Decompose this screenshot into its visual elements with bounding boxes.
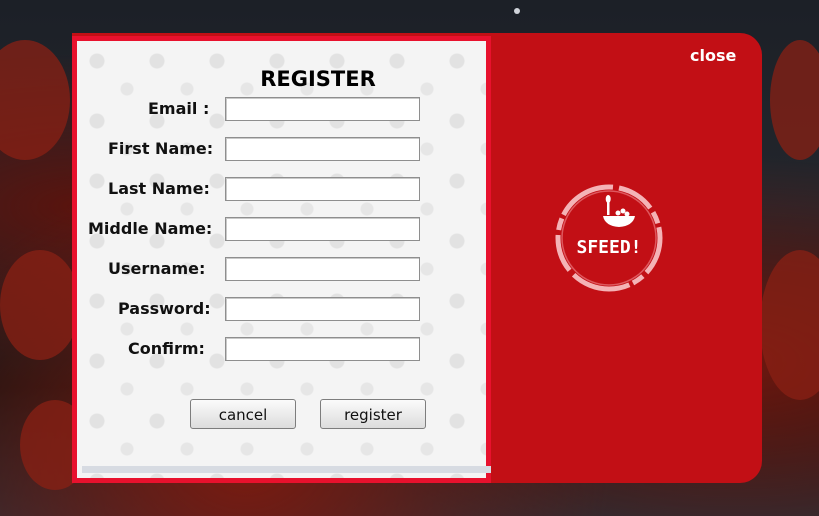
form-title: REGISTER	[260, 67, 376, 91]
middle-name-label: Middle Name:	[88, 219, 213, 238]
background-foliage	[0, 40, 70, 160]
background-foliage	[760, 250, 819, 400]
password-label: Password:	[118, 299, 211, 318]
password-input[interactable]	[225, 297, 420, 321]
cancel-button[interactable]: cancel	[190, 399, 296, 429]
middle-name-input[interactable]	[225, 217, 420, 241]
last-name-label: Last Name:	[108, 179, 210, 198]
bowl-spoon-icon	[603, 195, 635, 227]
email-input[interactable]	[225, 97, 420, 121]
confirm-label: Confirm:	[128, 339, 205, 358]
username-label: Username:	[108, 259, 206, 278]
first-name-input[interactable]	[225, 137, 420, 161]
register-form-panel: REGISTER Email : First Name: Last Name: …	[72, 36, 491, 483]
sfeed-logo: SFEED!	[555, 184, 663, 292]
moon-dot	[514, 8, 520, 14]
form-bottom-strip	[82, 466, 491, 473]
confirm-password-input[interactable]	[225, 337, 420, 361]
first-name-label: First Name:	[108, 139, 214, 158]
email-label: Email :	[148, 99, 210, 118]
username-input[interactable]	[225, 257, 420, 281]
register-dialog: close SFEED! REGISTER Email : First Name…	[72, 33, 762, 483]
svg-text:SFEED!: SFEED!	[576, 237, 641, 258]
background-foliage	[0, 250, 80, 360]
register-button[interactable]: register	[320, 399, 426, 429]
close-button[interactable]: close	[690, 46, 736, 65]
last-name-input[interactable]	[225, 177, 420, 201]
background-foliage	[770, 40, 819, 160]
